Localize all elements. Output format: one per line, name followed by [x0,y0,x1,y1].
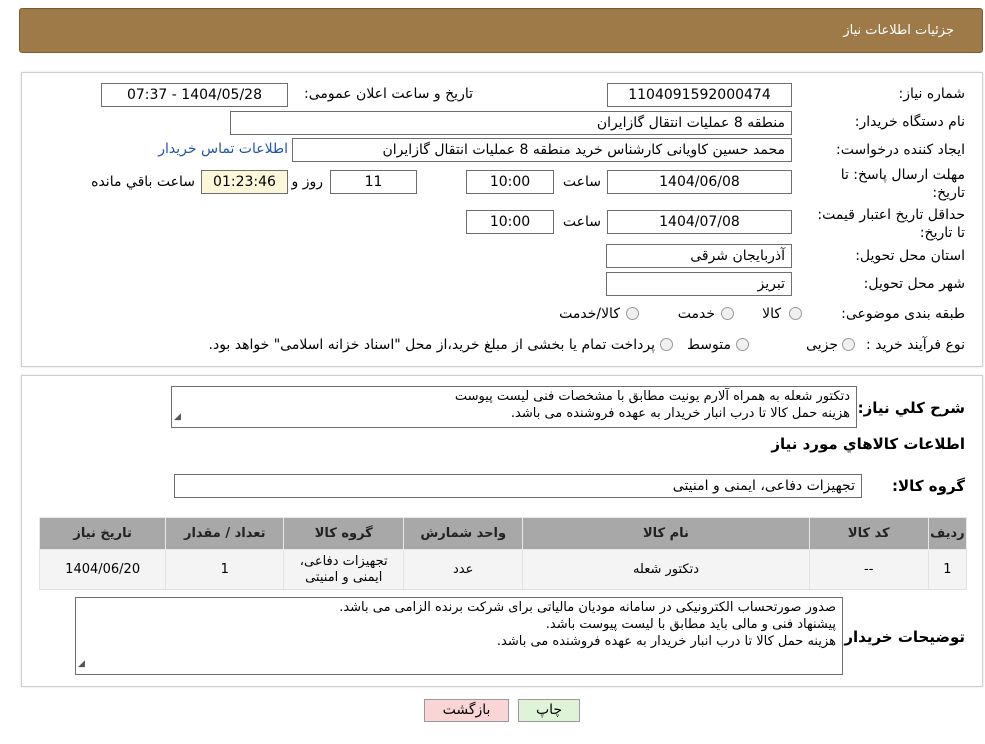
days-label: روز و [291,174,324,190]
deadline-time-label: ساعت [562,174,601,190]
back-button[interactable]: بازگشت [424,699,509,722]
col-qty: تعداد / مقدار [165,517,285,550]
treasury-checkbox[interactable] [660,338,673,351]
cell-date: 1404/06/20 [38,549,167,590]
province-field: آذربایجان شرقی [606,244,792,268]
city-field: تبریز [606,272,792,296]
buyer-note-line-3: هزینه حمل کالا تا درب انبار خریدار به عه… [496,634,836,649]
need-number-field: 1104091592000474 [607,83,792,107]
creator-label: ایجاد کننده درخواست: [836,142,965,158]
buyer-notes-label: توضیحات خریدار: [838,628,965,646]
table-row: 1 -- دتکتور شعله عدد تجهیزات دفاعی، ایمن… [38,549,968,590]
resize-handle-icon[interactable]: ◢ [174,409,181,426]
description-label: شرح کلي نياز: [857,399,965,417]
announce-date-label: تاریخ و ساعت اعلان عمومی: [304,86,473,102]
process-minor-option: جزیی [806,337,838,353]
category-goods-radio[interactable] [789,307,802,320]
cell-group: تجهیزات دفاعی، ایمنی و امنیتی [283,549,405,590]
buyer-notes-textarea[interactable]: صدور صورتحساب الکترونیکی در سامانه مودیا… [75,597,843,675]
resize-handle-icon[interactable]: ◢ [78,656,85,673]
description-line-1: دتکتور شعله به همراه آلارم یونیت مطابق ب… [454,389,850,404]
col-unit: واحد شمارش [403,517,524,550]
validity-time-field: 10:00 [466,210,554,234]
table-header-row: ردیف کد کالا نام کالا واحد شمارش گروه کا… [38,517,968,550]
days-field: 11 [330,170,417,194]
goods-group-field: تجهیزات دفاعی، ایمنی و امنیتی [174,474,862,498]
col-group: گروه کالا [283,517,405,550]
buyer-org-label: نام دستگاه خریدار: [854,114,965,130]
deadline-time-field: 10:00 [466,170,554,194]
goods-group-label: گروه کالا: [892,477,965,495]
category-goods-service-radio[interactable] [626,307,639,320]
deadline-label: مهلت ارسال پاسخ: تا تاریخ: [840,167,965,201]
validity-label: حداقل تاریخ اعتبار قیمت: تا تاریخ: [817,207,965,241]
cell-qty: 1 [165,549,285,590]
description-textarea[interactable]: دتکتور شعله به همراه آلارم یونیت مطابق ب… [171,386,857,428]
process-medium-option: متوسط [687,337,731,353]
city-label: شهر محل تحویل: [863,276,965,292]
category-label: طبقه بندی موضوعی: [841,306,965,322]
col-code: کد کالا [808,517,929,550]
need-number-label: شماره نیاز: [898,86,966,102]
deadline-date-field: 1404/06/08 [607,170,792,194]
category-service-radio[interactable] [721,307,734,320]
buyer-contact-link[interactable]: اطلاعات تماس خریدار [158,141,288,157]
print-button[interactable]: چاپ [518,699,580,722]
category-service-option: خدمت [677,306,715,322]
process-note: پرداخت تمام یا بخشی از مبلغ خرید،از محل … [208,337,655,353]
page-header: جزئیات اطلاعات نیاز [19,8,983,53]
validity-date-field: 1404/07/08 [607,210,792,234]
buyer-note-line-1: صدور صورتحساب الکترونیکی در سامانه مودیا… [339,600,836,615]
province-label: استان محل تحویل: [855,248,965,264]
col-date: تاریخ نیاز [38,517,167,550]
page-title: جزئیات اطلاعات نیاز [843,23,954,38]
announce-date-field: 1404/05/28 - 07:37 [101,83,288,107]
remaining-time-field: 01:23:46 [201,170,288,194]
process-label: نوع فرآیند خرید : [866,337,965,353]
description-line-2: هزینه حمل کالا تا درب انبار خریدار به عه… [510,406,850,421]
creator-field: محمد حسین کاویانی کارشناس خرید منطقه 8 ع… [292,138,792,162]
buyer-note-line-2: پیشنهاد فنی و مالی باید مطابق با لیست پی… [545,617,836,632]
process-medium-radio[interactable] [736,338,749,351]
category-goods-service-option: کالا/خدمت [559,306,620,322]
goods-table: ردیف کد کالا نام کالا واحد شمارش گروه کا… [38,517,968,590]
cell-code: -- [808,549,929,590]
col-row: ردیف [927,517,968,550]
process-minor-radio[interactable] [842,338,855,351]
remaining-time-label: ساعت باقي مانده [91,174,195,190]
category-goods-option: کالا [762,306,781,322]
buyer-org-field: منطقه 8 عملیات انتقال گازایران [230,111,792,135]
cell-unit: عدد [403,549,524,590]
cell-row: 1 [927,549,968,590]
cell-name: دتکتور شعله [522,549,810,590]
goods-section-title: اطلاعات کالاهاي مورد نياز [771,435,965,453]
col-name: نام کالا [522,517,810,550]
validity-time-label: ساعت [562,214,601,230]
